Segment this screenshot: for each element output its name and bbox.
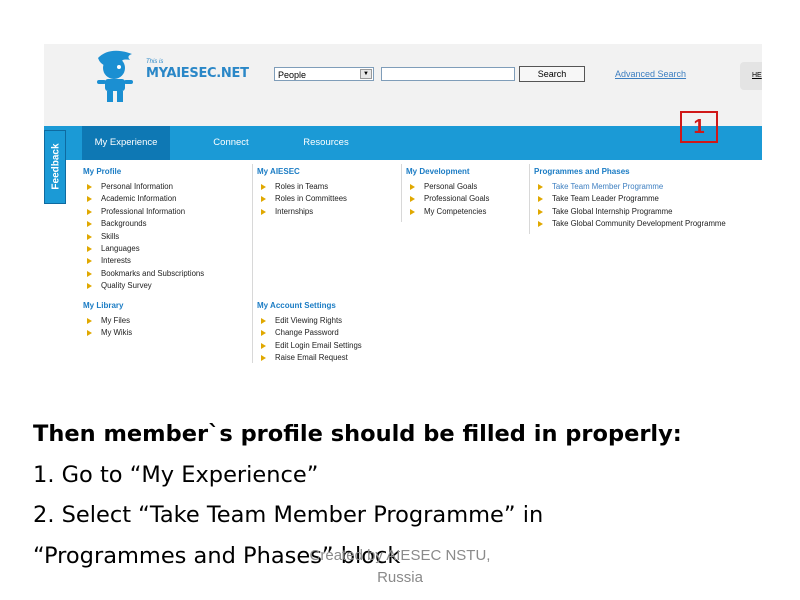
menu-item-academic-information[interactable]: Academic Information (83, 193, 204, 205)
search-input[interactable] (381, 67, 515, 81)
menu-column-programmes: Programmes and Phases Take Team Member P… (534, 167, 726, 231)
menu-item-professional-goals[interactable]: Professional Goals (406, 193, 489, 205)
arrow-bullet-icon (538, 221, 543, 228)
search-scope-select[interactable]: People ▼ (274, 67, 374, 81)
menu-item-backgrounds[interactable]: Backgrounds (83, 218, 204, 230)
arrow-bullet-icon (87, 330, 92, 337)
advanced-search-link[interactable]: Advanced Search (615, 69, 686, 79)
menu-heading-my-aiesec: My AIESEC (257, 167, 300, 176)
arrow-bullet-icon (87, 184, 92, 190)
arrow-bullet-icon (261, 342, 266, 349)
menu-column-my-library: My Library My Files My Wikis (83, 301, 132, 340)
arrow-bullet-icon (87, 245, 92, 252)
arrow-bullet-icon (538, 196, 543, 203)
arrow-bullet-icon (87, 233, 92, 240)
arrow-bullet-icon (410, 196, 415, 203)
menu-heading-my-profile: My Profile (83, 167, 122, 176)
instruction-step-2: 2. Select “Take Team Member Programme” i… (33, 502, 544, 528)
mascot-logo-icon (97, 50, 133, 102)
arrow-bullet-icon (261, 330, 266, 337)
menu-item-internships[interactable]: Internships (257, 206, 347, 218)
header-bar: This is MYAIESEC.NET People ▼ Search Adv… (44, 44, 762, 126)
column-divider (401, 164, 402, 222)
menu-item-edit-login-email-settings[interactable]: Edit Login Email Settings (257, 340, 362, 352)
search-scope-value: People (278, 70, 307, 80)
arrow-bullet-icon (87, 258, 92, 265)
main-nav: My Experience Connect Resources (44, 126, 762, 160)
menu-item-roles-in-committees[interactable]: Roles in Committees (257, 193, 347, 205)
menu-item-take-team-leader-programme[interactable]: Take Team Leader Programme (534, 193, 726, 205)
arrow-bullet-icon (87, 283, 92, 290)
search-button[interactable]: Search (519, 66, 585, 82)
arrow-bullet-icon (538, 184, 543, 190)
arrow-bullet-icon (410, 208, 415, 215)
menu-item-take-global-internship-programme[interactable]: Take Global Internship Programme (534, 206, 726, 218)
menu-heading-account-settings: My Account Settings (257, 301, 336, 310)
menu-item-my-wikis[interactable]: My Wikis (83, 327, 132, 339)
arrow-bullet-icon (261, 208, 266, 215)
chevron-down-icon[interactable]: ▼ (360, 69, 372, 79)
step-marker-badge: 1 (680, 111, 718, 143)
instruction-step-1: 1. Go to “My Experience” (33, 461, 319, 488)
arrow-bullet-icon (87, 270, 92, 277)
tab-my-experience[interactable]: My Experience (82, 126, 170, 160)
menu-item-change-password[interactable]: Change Password (257, 327, 362, 339)
screenshot-area: This is MYAIESEC.NET People ▼ Search Adv… (44, 44, 762, 363)
menu-heading-my-development: My Development (406, 167, 470, 176)
logo-wordmark[interactable]: MYAIESEC.NET (146, 66, 249, 81)
menu-heading-my-library: My Library (83, 301, 124, 310)
menu-item-roles-in-teams[interactable]: Roles in Teams (257, 181, 347, 193)
tab-connect[interactable]: Connect (199, 126, 263, 160)
menu-column-my-development: My Development Personal Goals Profession… (406, 167, 489, 218)
slide-footer: Created by AIESEC NSTU, Russia (290, 545, 510, 589)
menu-item-take-global-community-development-programme[interactable]: Take Global Community Development Progra… (534, 218, 726, 230)
arrow-bullet-icon (538, 208, 543, 215)
arrow-bullet-icon (261, 196, 266, 203)
menu-item-personal-information[interactable]: Personal Information (83, 181, 204, 193)
menu-item-edit-viewing-rights[interactable]: Edit Viewing Rights (257, 315, 362, 327)
menu-item-take-team-member-programme[interactable]: Take Team Member Programme (534, 181, 726, 193)
column-divider (252, 299, 253, 363)
menu-item-my-competencies[interactable]: My Competencies (406, 206, 489, 218)
column-divider (252, 164, 253, 299)
feedback-label: Feedback (50, 143, 62, 190)
menu-item-my-files[interactable]: My Files (83, 315, 132, 327)
column-divider (529, 164, 530, 234)
menu-heading-programmes: Programmes and Phases (534, 167, 630, 176)
menu-item-languages[interactable]: Languages (83, 243, 204, 255)
menu-item-raise-email-request[interactable]: Raise Email Request (257, 352, 362, 363)
arrow-bullet-icon (410, 184, 415, 190)
arrow-bullet-icon (261, 184, 266, 190)
menu-column-my-aiesec: My AIESEC Roles in Teams Roles in Commit… (257, 167, 347, 218)
menu-column-account-settings: My Account Settings Edit Viewing Rights … (257, 301, 362, 363)
menu-item-personal-goals[interactable]: Personal Goals (406, 181, 489, 193)
tab-resources[interactable]: Resources (292, 126, 360, 160)
menu-item-quality-survey[interactable]: Quality Survey (83, 280, 204, 292)
arrow-bullet-icon (261, 355, 266, 362)
menu-item-professional-information[interactable]: Professional Information (83, 206, 204, 218)
logo-tagline: This is (146, 59, 164, 65)
arrow-bullet-icon (87, 196, 92, 203)
arrow-bullet-icon (261, 318, 266, 324)
footer-line-1: Created by AIESEC NSTU, (309, 547, 491, 564)
arrow-bullet-icon (87, 318, 92, 324)
arrow-bullet-icon (87, 221, 92, 228)
feedback-tab[interactable]: Feedback (44, 130, 66, 204)
menu-column-my-profile: My Profile Personal Information Academic… (83, 167, 204, 293)
arrow-bullet-icon (87, 208, 92, 215)
footer-line-2: Russia (377, 569, 423, 586)
menu-item-skills[interactable]: Skills (83, 231, 204, 243)
instruction-heading: Then member`s profile should be filled i… (33, 421, 682, 447)
help-button[interactable]: HE (740, 62, 762, 90)
menu-item-interests[interactable]: Interests (83, 255, 204, 267)
menu-item-bookmarks[interactable]: Bookmarks and Subscriptions (83, 268, 204, 280)
